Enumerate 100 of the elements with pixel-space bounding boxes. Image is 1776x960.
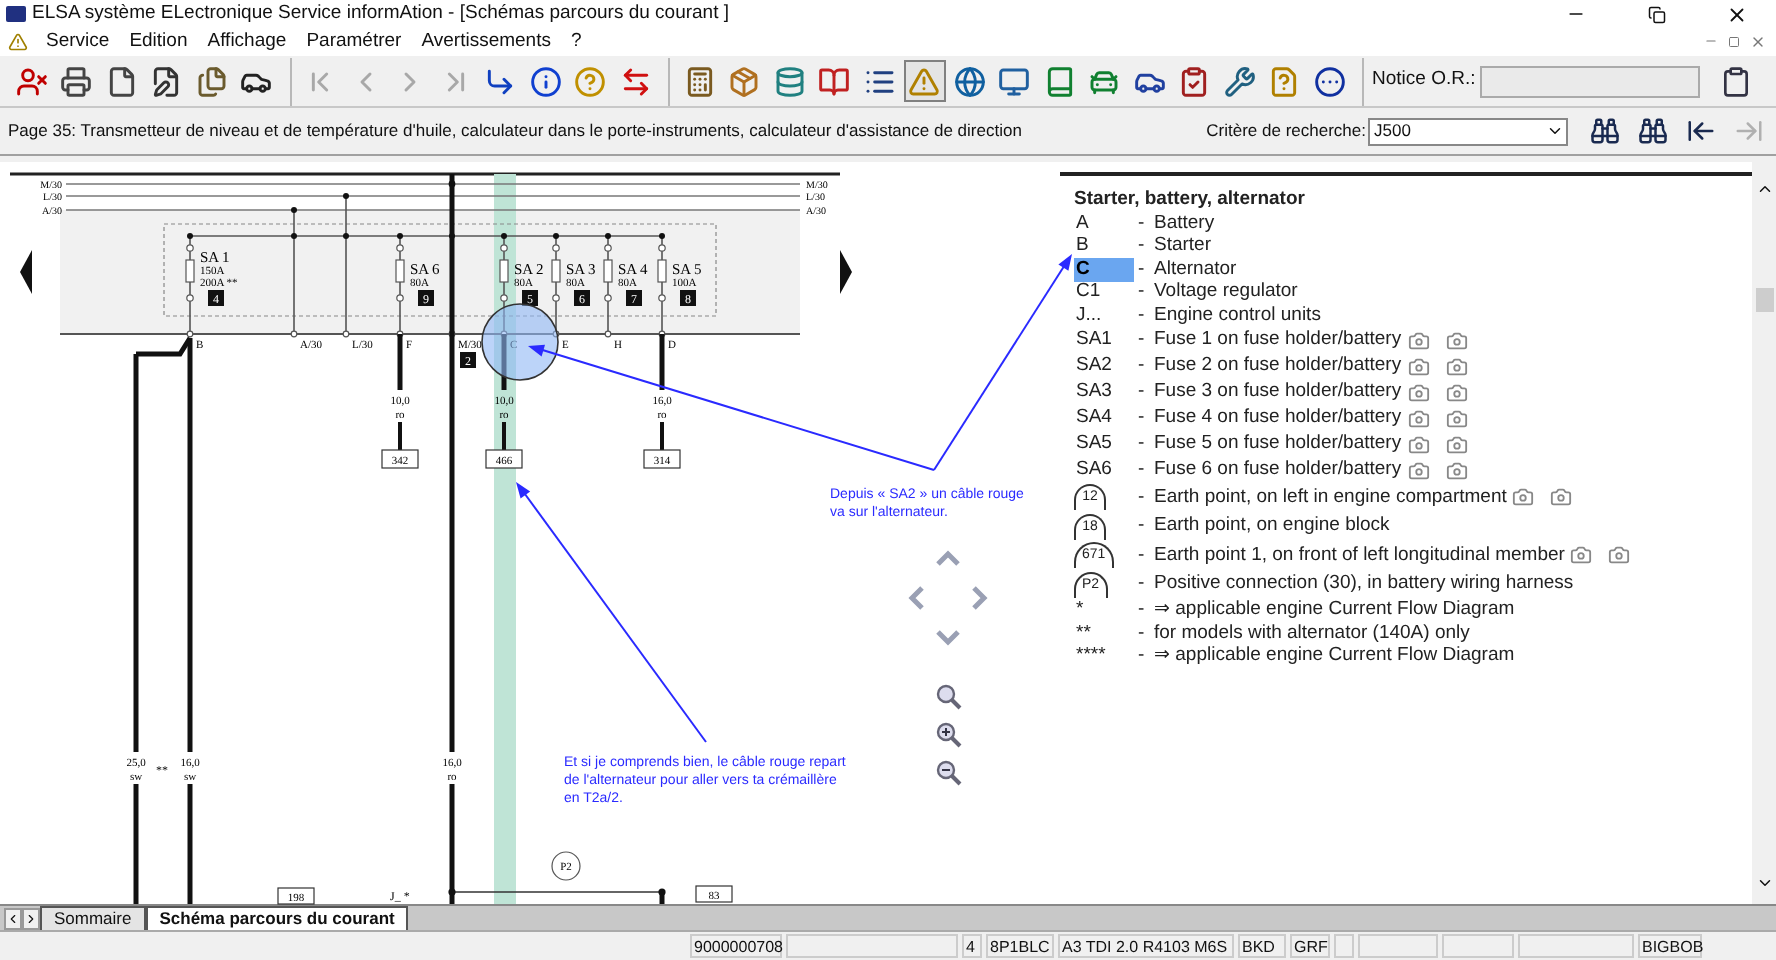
legend-code[interactable]: SA2 bbox=[1074, 354, 1114, 378]
close-icon bbox=[1750, 33, 1766, 49]
legend-separator: - bbox=[1138, 644, 1147, 669]
sheet-tab[interactable]: Sommaire bbox=[40, 906, 146, 930]
fuse-number-badge bbox=[522, 290, 538, 306]
restore-icon bbox=[1728, 35, 1740, 47]
wire bbox=[133, 784, 139, 904]
person-icon bbox=[15, 65, 47, 97]
photo-icon[interactable] bbox=[1570, 544, 1593, 567]
wire bbox=[187, 784, 193, 904]
menu-item[interactable]: Paramétrer bbox=[296, 28, 412, 54]
wire bbox=[343, 193, 349, 335]
status-cell bbox=[1358, 934, 1438, 958]
legend-code[interactable]: SA6 bbox=[1074, 458, 1114, 482]
page-right-arrow-icon[interactable] bbox=[840, 250, 852, 294]
connector-box bbox=[485, 449, 523, 469]
legend-code[interactable]: SA4 bbox=[1074, 406, 1114, 430]
status-cell: GRF bbox=[1290, 934, 1330, 958]
legend-code[interactable]: C bbox=[1074, 257, 1134, 282]
photo-icon[interactable] bbox=[1407, 407, 1430, 429]
search-select[interactable]: J500 bbox=[1368, 117, 1568, 145]
pan-down-icon[interactable] bbox=[936, 630, 960, 646]
photo-icon[interactable] bbox=[1445, 433, 1468, 455]
legend-code[interactable]: **** bbox=[1074, 644, 1108, 669]
legend-separator: - bbox=[1138, 257, 1147, 282]
monitor-icon bbox=[998, 65, 1030, 97]
fuse-number-badge bbox=[418, 290, 434, 306]
terminal-badge bbox=[460, 352, 476, 368]
legend-code[interactable]: C1 bbox=[1074, 280, 1103, 305]
legend-code[interactable]: A bbox=[1074, 211, 1091, 236]
tab-scroll-left-button[interactable] bbox=[4, 908, 22, 930]
photo-icon[interactable] bbox=[1407, 459, 1430, 481]
legend-description: Starter bbox=[1154, 234, 1212, 259]
menu-item[interactable]: Edition bbox=[119, 28, 198, 54]
legend-code[interactable]: * bbox=[1074, 598, 1086, 623]
photo-icon[interactable] bbox=[1445, 381, 1468, 403]
legend-code[interactable]: J... bbox=[1074, 303, 1104, 328]
photo-icon[interactable] bbox=[1608, 544, 1631, 567]
legend-separator: - bbox=[1138, 572, 1147, 597]
terminal-point bbox=[500, 330, 508, 338]
sheet-tab[interactable]: Schéma parcours du courant bbox=[145, 906, 409, 930]
status-cell: 8P1BLC bbox=[986, 934, 1054, 958]
photo-icon[interactable] bbox=[1407, 355, 1430, 377]
pan-right-icon[interactable] bbox=[972, 586, 988, 610]
legend-separator: - bbox=[1138, 380, 1147, 404]
legend-separator: - bbox=[1138, 280, 1147, 305]
search-icon bbox=[1589, 116, 1619, 146]
warning-icon bbox=[8, 31, 28, 51]
photo-icon[interactable] bbox=[1445, 407, 1468, 429]
legend-separator: - bbox=[1138, 458, 1147, 482]
terminal-point bbox=[290, 330, 298, 338]
terminal-point bbox=[658, 330, 666, 338]
status-cell bbox=[1334, 934, 1354, 958]
scrollbar-thumb[interactable] bbox=[1755, 288, 1773, 312]
legend-code[interactable]: SA1 bbox=[1074, 328, 1114, 352]
search-label: Critère de recherche: bbox=[1206, 118, 1366, 144]
legend-separator: - bbox=[1138, 211, 1147, 236]
legend-code[interactable]: ** bbox=[1074, 621, 1093, 646]
pan-left-icon[interactable] bbox=[908, 586, 924, 610]
menu-item[interactable]: Avertissements bbox=[411, 28, 561, 54]
photo-icon[interactable] bbox=[1407, 381, 1430, 403]
fuse-symbol bbox=[395, 233, 405, 335]
legend-separator: - bbox=[1138, 598, 1147, 623]
car-icon bbox=[1088, 65, 1120, 97]
page-left-arrow-icon[interactable] bbox=[20, 250, 32, 294]
app-icon bbox=[6, 6, 26, 22]
restore-icon bbox=[1647, 5, 1665, 23]
photo-icon[interactable] bbox=[1445, 329, 1468, 351]
menu-item[interactable]: Service bbox=[36, 28, 120, 54]
zoom-icon[interactable] bbox=[936, 684, 962, 710]
photo-icon[interactable] bbox=[1550, 486, 1573, 509]
arrow-in-icon bbox=[1685, 116, 1715, 146]
photo-icon[interactable] bbox=[1512, 486, 1535, 509]
tab-scroll-right-button[interactable] bbox=[22, 908, 40, 930]
photo-icon[interactable] bbox=[1445, 355, 1468, 377]
zoom-in-icon[interactable] bbox=[936, 722, 962, 748]
legend-separator: - bbox=[1138, 234, 1147, 259]
fuse-number-badge bbox=[680, 290, 696, 306]
photo-icon[interactable] bbox=[1407, 433, 1430, 455]
junction-dot bbox=[448, 180, 456, 188]
legend-code[interactable]: B bbox=[1074, 234, 1091, 259]
vertical-scrollbar[interactable] bbox=[1752, 162, 1776, 904]
child-restore-button[interactable] bbox=[1724, 31, 1744, 51]
calculator-icon bbox=[683, 65, 715, 97]
legend-description: Fuse 1 on fuse holder/battery bbox=[1154, 328, 1402, 352]
terminal-point bbox=[342, 330, 350, 338]
legend-code[interactable]: SA5 bbox=[1074, 432, 1114, 456]
scroll-down-icon[interactable] bbox=[1755, 874, 1773, 892]
photo-icon[interactable] bbox=[1407, 329, 1430, 351]
legend-code[interactable]: SA3 bbox=[1074, 380, 1114, 404]
documents-icon bbox=[195, 65, 227, 97]
wrench-icon bbox=[1223, 65, 1255, 97]
scroll-up-icon[interactable] bbox=[1755, 180, 1773, 198]
zoom-out-icon[interactable] bbox=[936, 760, 962, 786]
legend-description: Earth point 1, on front of left longitudinal member bbox=[1154, 543, 1565, 568]
photo-icon[interactable] bbox=[1445, 459, 1468, 481]
pan-up-icon[interactable] bbox=[936, 550, 960, 566]
earth-point-circle bbox=[551, 851, 581, 881]
menu-item[interactable]: Affichage bbox=[197, 28, 297, 54]
menu-item[interactable]: ? bbox=[560, 28, 592, 54]
